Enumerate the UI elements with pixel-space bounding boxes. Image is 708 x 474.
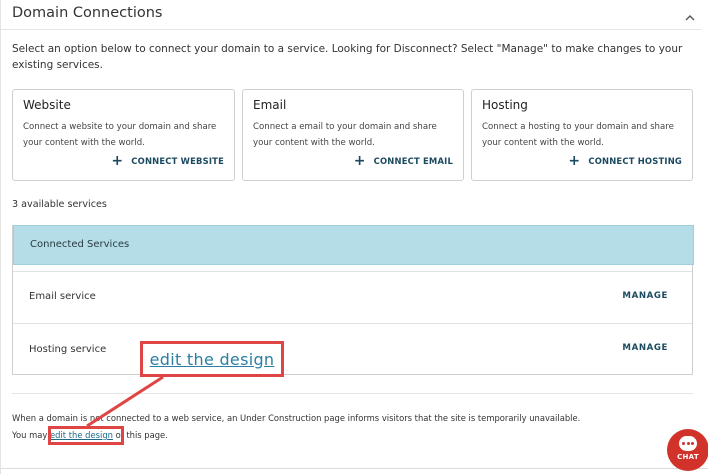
zoom-callout: edit the design (140, 341, 284, 377)
bottom-divider (1, 468, 708, 469)
collapse-button[interactable] (681, 8, 699, 26)
connect-email-button[interactable]: + CONNECT EMAIL (353, 153, 453, 169)
highlight-box (48, 426, 124, 445)
connect-hosting-label: CONNECT HOSTING (588, 156, 682, 166)
header-divider (1, 29, 701, 30)
card-description: Connect a hosting to your domain and sha… (482, 122, 674, 148)
card-title: Hosting (482, 98, 528, 112)
card-description: Connect a website to your domain and sha… (23, 122, 217, 148)
row-divider (13, 323, 692, 324)
card-title: Website (23, 98, 71, 112)
row-divider (13, 271, 692, 272)
connect-website-label: CONNECT WEBSITE (131, 156, 224, 166)
connect-hosting-button[interactable]: + CONNECT HOSTING (568, 153, 682, 169)
manage-hosting-button[interactable]: MANAGE (622, 343, 668, 353)
email-card: Email Connect a email to your domain and… (242, 89, 464, 181)
intro-text: Select an option below to connect your d… (12, 43, 683, 71)
manage-email-button[interactable]: MANAGE (622, 291, 668, 301)
card-title: Email (253, 98, 287, 112)
chat-button[interactable]: CHAT (667, 429, 708, 471)
page-title: Domain Connections (12, 5, 163, 21)
card-description: Connect a email to your domain and share… (253, 122, 437, 148)
email-service-label: Email service (29, 291, 96, 302)
connected-services-title: Connected Services (30, 239, 130, 250)
connect-email-label: CONNECT EMAIL (373, 156, 453, 166)
chevron-up-icon (685, 14, 695, 20)
footer-divider (12, 393, 693, 394)
hosting-service-label: Hosting service (29, 344, 107, 355)
callout-link-text: edit the design (149, 349, 275, 369)
under-construction-note: When a domain is not connected to a web … (12, 413, 581, 423)
hosting-card: Hosting Connect a hosting to your domain… (471, 89, 693, 181)
edit-design-prefix: You may (12, 430, 51, 440)
available-services-count: 3 available services (12, 199, 107, 210)
domain-connections-panel: Domain Connections Select an option belo… (0, 0, 708, 474)
chat-label: CHAT (677, 453, 699, 461)
connected-services-table: Connected Services Email service MANAGE … (12, 225, 694, 375)
connected-services-header: Connected Services (13, 225, 694, 265)
plus-icon: + (111, 153, 124, 169)
plus-icon: + (353, 153, 366, 169)
connect-website-button[interactable]: + CONNECT WEBSITE (111, 153, 224, 169)
plus-icon: + (568, 153, 581, 169)
website-card: Website Connect a website to your domain… (12, 89, 235, 181)
chat-bubble-icon (679, 436, 697, 451)
